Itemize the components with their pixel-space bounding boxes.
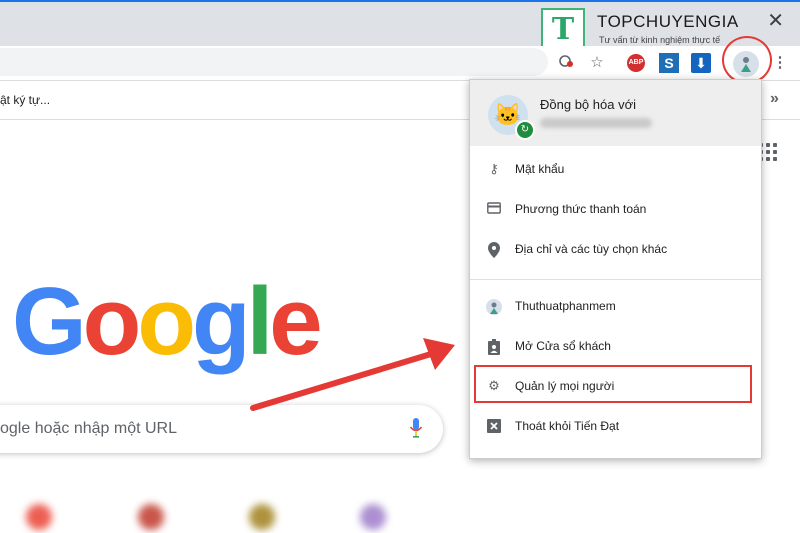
logo-letter: e — [269, 268, 322, 375]
logo-letter: o — [137, 268, 196, 375]
logo-letter: g — [191, 268, 251, 375]
shortcut-tile[interactable] — [249, 504, 275, 530]
browser-toolbar: ☆ ABP S ⬇ ⋮ — [0, 46, 800, 81]
menu-item-manage-people[interactable]: ⚙ Quản lý mọi người — [470, 368, 761, 406]
profile-avatar-icon — [486, 299, 502, 315]
title-bar: T TOPCHUYENGIA Tư vấn từ kinh nghiệm thự… — [0, 0, 800, 52]
watermark-subtitle: Tư vấn từ kinh nghiệm thực tế — [599, 35, 721, 45]
shortcut-tile[interactable] — [360, 504, 386, 530]
guest-badge-icon — [486, 339, 502, 355]
star-icon[interactable]: ☆ — [587, 53, 607, 73]
menu-item-label: Phương thức thanh toán — [515, 202, 647, 216]
abp-icon[interactable]: ABP — [627, 54, 645, 72]
logo-letter: G — [12, 268, 87, 375]
logo-letter: l — [246, 268, 274, 375]
bookmarks-overflow-button[interactable]: » — [770, 90, 779, 108]
gear-icon: ⚙ — [488, 379, 500, 394]
menu-item-addresses[interactable]: Địa chỉ và các tùy chọn khác — [470, 231, 761, 269]
extension-icon[interactable] — [556, 53, 576, 73]
menu-item-label: Thuthuatphanmem — [515, 299, 616, 313]
menu-item-label: Mở Cửa sổ khách — [515, 339, 611, 353]
search-input[interactable]: ogle hoặc nhập một URL — [0, 405, 443, 453]
profile-avatar-button[interactable] — [733, 51, 759, 77]
address-bar[interactable] — [0, 48, 548, 76]
bookmark-item[interactable]: ật ký tự... — [0, 93, 50, 107]
menu-item-label: Mật khẩu — [515, 162, 565, 176]
mic-icon[interactable] — [409, 417, 423, 444]
s-extension-icon[interactable]: S — [659, 53, 679, 73]
menu-divider — [470, 279, 761, 280]
close-window-button[interactable]: ✕ — [767, 8, 784, 32]
menu-item-guest-window[interactable]: Mở Cửa sổ khách — [470, 328, 761, 366]
download-icon[interactable]: ⬇ — [691, 53, 711, 73]
sync-label: Đồng bộ hóa với — [540, 97, 636, 112]
menu-item-label: Thoát khỏi Tiến Đạt — [515, 419, 620, 433]
sync-header[interactable]: 🐱 ↻ Đồng bộ hóa với — [470, 80, 761, 146]
sync-icon: ↻ — [515, 120, 535, 140]
location-pin-icon — [486, 242, 502, 258]
profile-avatar-icon — [741, 57, 751, 72]
extension-glyph — [559, 55, 573, 67]
more-vert-icon[interactable]: ⋮ — [770, 53, 790, 73]
exit-icon — [486, 419, 502, 435]
sync-email-redacted — [540, 118, 652, 128]
menu-item-exit-profile[interactable]: Thoát khỏi Tiến Đạt — [470, 408, 761, 446]
menu-item-profile-thuthuatphanmem[interactable]: Thuthuatphanmem — [470, 288, 761, 326]
search-placeholder: ogle hoặc nhập một URL — [0, 420, 177, 437]
menu-item-payment-methods[interactable]: Phương thức thanh toán — [470, 191, 761, 229]
profile-menu: 🐱 ↻ Đồng bộ hóa với ⚷ Mật khẩu Phương th… — [469, 79, 762, 459]
logo-letter: o — [82, 268, 142, 375]
shortcut-tile[interactable] — [26, 504, 52, 530]
key-icon: ⚷ — [489, 162, 499, 177]
menu-item-passwords[interactable]: ⚷ Mật khẩu — [470, 151, 761, 189]
watermark-title: TOPCHUYENGIA — [597, 12, 739, 31]
google-logo: Google — [12, 262, 323, 382]
menu-item-label: Quản lý mọi người — [515, 379, 615, 393]
menu-item-label: Địa chỉ và các tùy chọn khác — [515, 242, 668, 256]
shortcut-tile[interactable] — [138, 504, 164, 530]
credit-card-icon — [486, 202, 502, 218]
